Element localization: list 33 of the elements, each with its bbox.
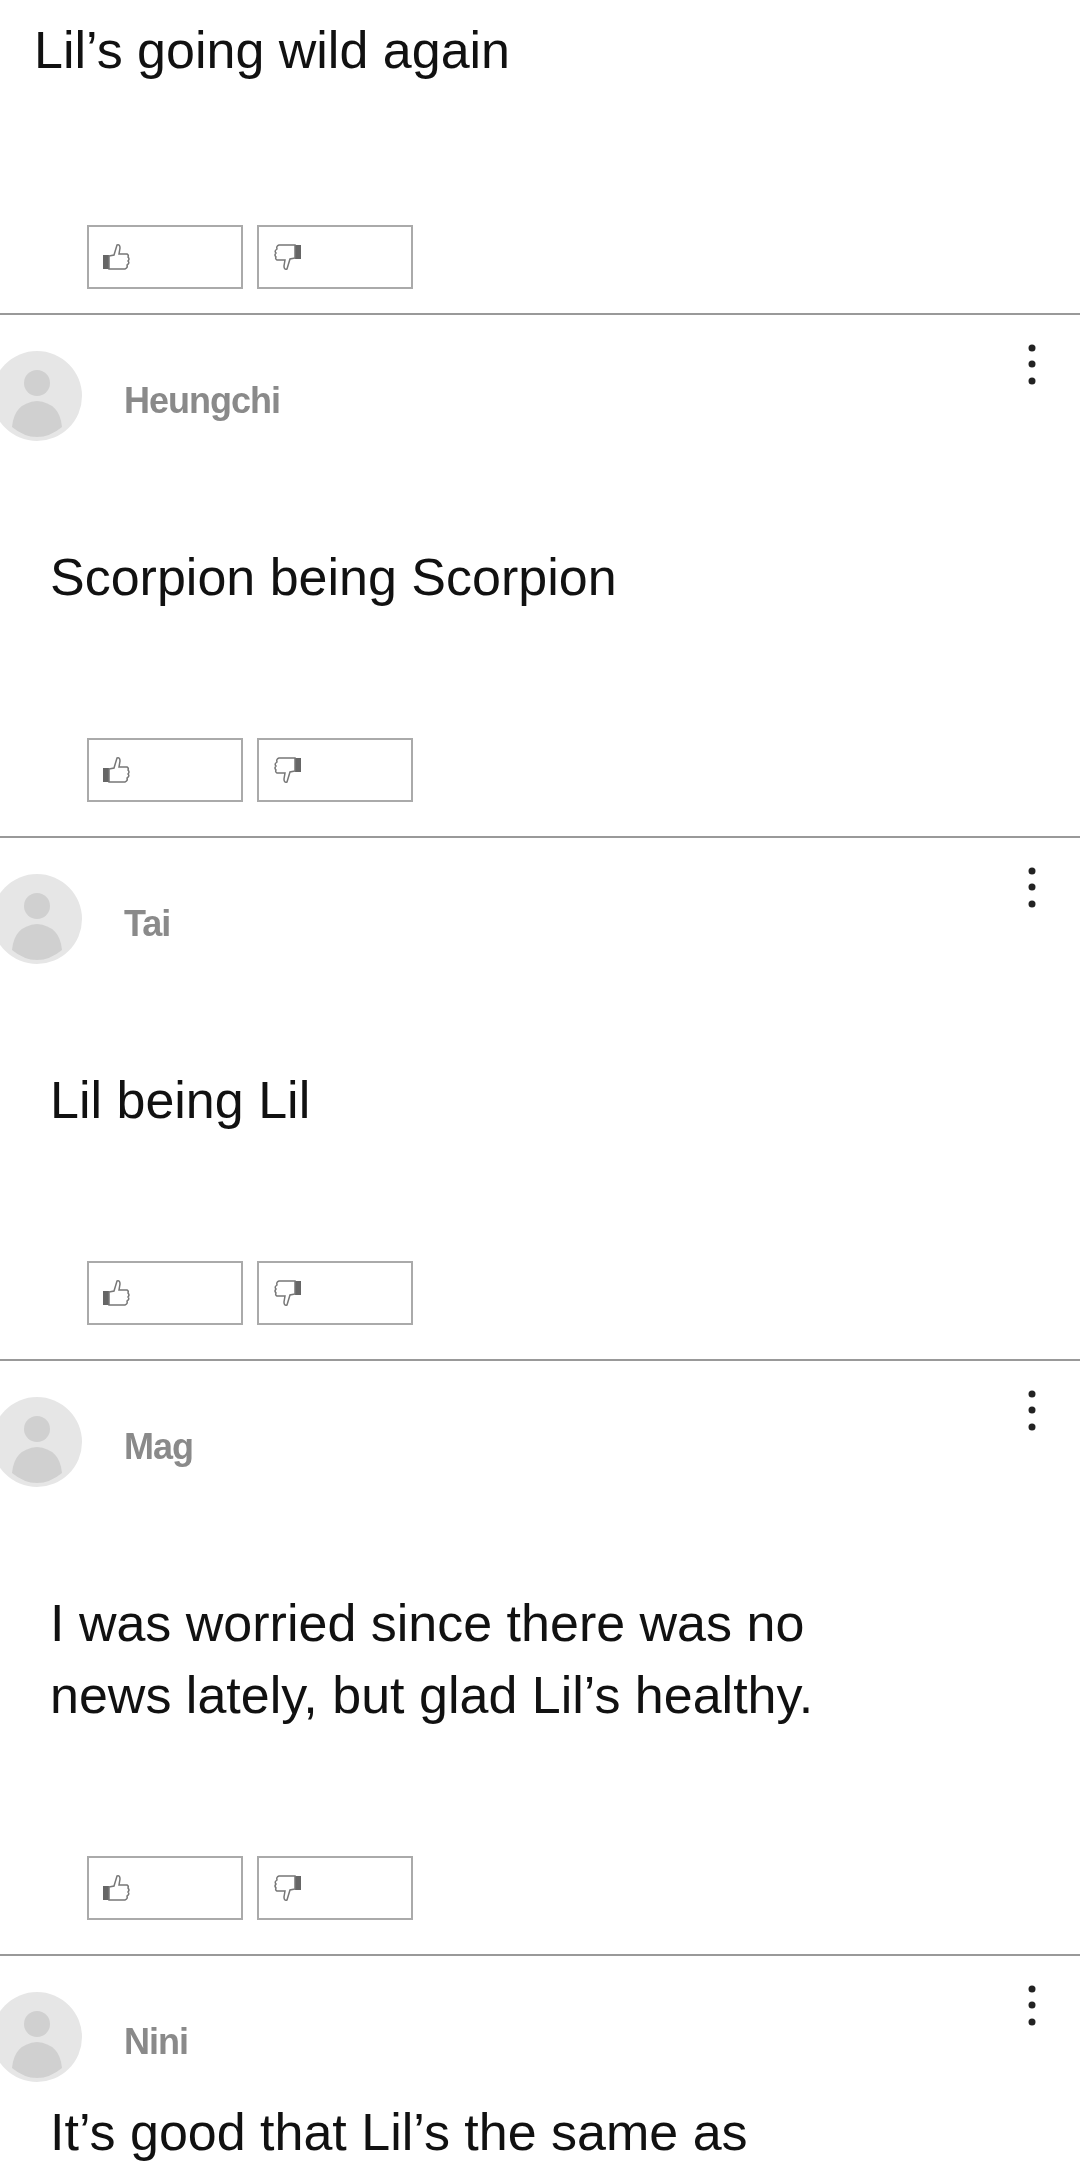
thumbs-down-icon bbox=[271, 1277, 303, 1309]
author-name: Mag bbox=[124, 1426, 193, 1468]
more-options-icon[interactable] bbox=[1027, 1984, 1037, 2028]
author-name: Tai bbox=[124, 903, 171, 945]
dislike-button[interactable] bbox=[257, 738, 413, 802]
more-options-icon[interactable] bbox=[1027, 1389, 1037, 1433]
like-button[interactable] bbox=[87, 738, 243, 802]
thumbs-up-icon bbox=[101, 1277, 133, 1309]
avatar-icon bbox=[0, 1397, 82, 1487]
like-button[interactable] bbox=[87, 1261, 243, 1325]
thumbs-up-icon bbox=[101, 1872, 133, 1904]
dislike-button[interactable] bbox=[257, 1261, 413, 1325]
comment-text: Scorpion being Scorpion bbox=[49, 547, 618, 608]
avatar-icon bbox=[0, 351, 82, 441]
thumbs-up-icon bbox=[101, 241, 133, 273]
author-name: Heungchi bbox=[124, 380, 280, 422]
avatar-icon bbox=[0, 874, 82, 964]
like-button[interactable] bbox=[87, 1856, 243, 1920]
like-button[interactable] bbox=[87, 225, 243, 289]
author-name: Nini bbox=[124, 2021, 188, 2063]
dislike-button[interactable] bbox=[257, 225, 413, 289]
thumbs-down-icon bbox=[271, 1872, 303, 1904]
thumbs-down-icon bbox=[271, 754, 303, 786]
thumbs-down-icon bbox=[271, 241, 303, 273]
comment-text: It’s good that Lil’s the same as bbox=[49, 2102, 749, 2163]
dislike-button[interactable] bbox=[257, 1856, 413, 1920]
comment-text: Lil being Lil bbox=[49, 1070, 312, 1131]
more-options-icon[interactable] bbox=[1027, 343, 1037, 387]
avatar-icon bbox=[0, 1992, 82, 2082]
thumbs-up-icon bbox=[101, 754, 133, 786]
comment-text: Lil’s going wild again bbox=[33, 20, 512, 81]
more-options-icon[interactable] bbox=[1027, 866, 1037, 910]
comment-text: I was worried since there was no news lately, but glad Lil’s healthy. bbox=[49, 1593, 815, 1726]
